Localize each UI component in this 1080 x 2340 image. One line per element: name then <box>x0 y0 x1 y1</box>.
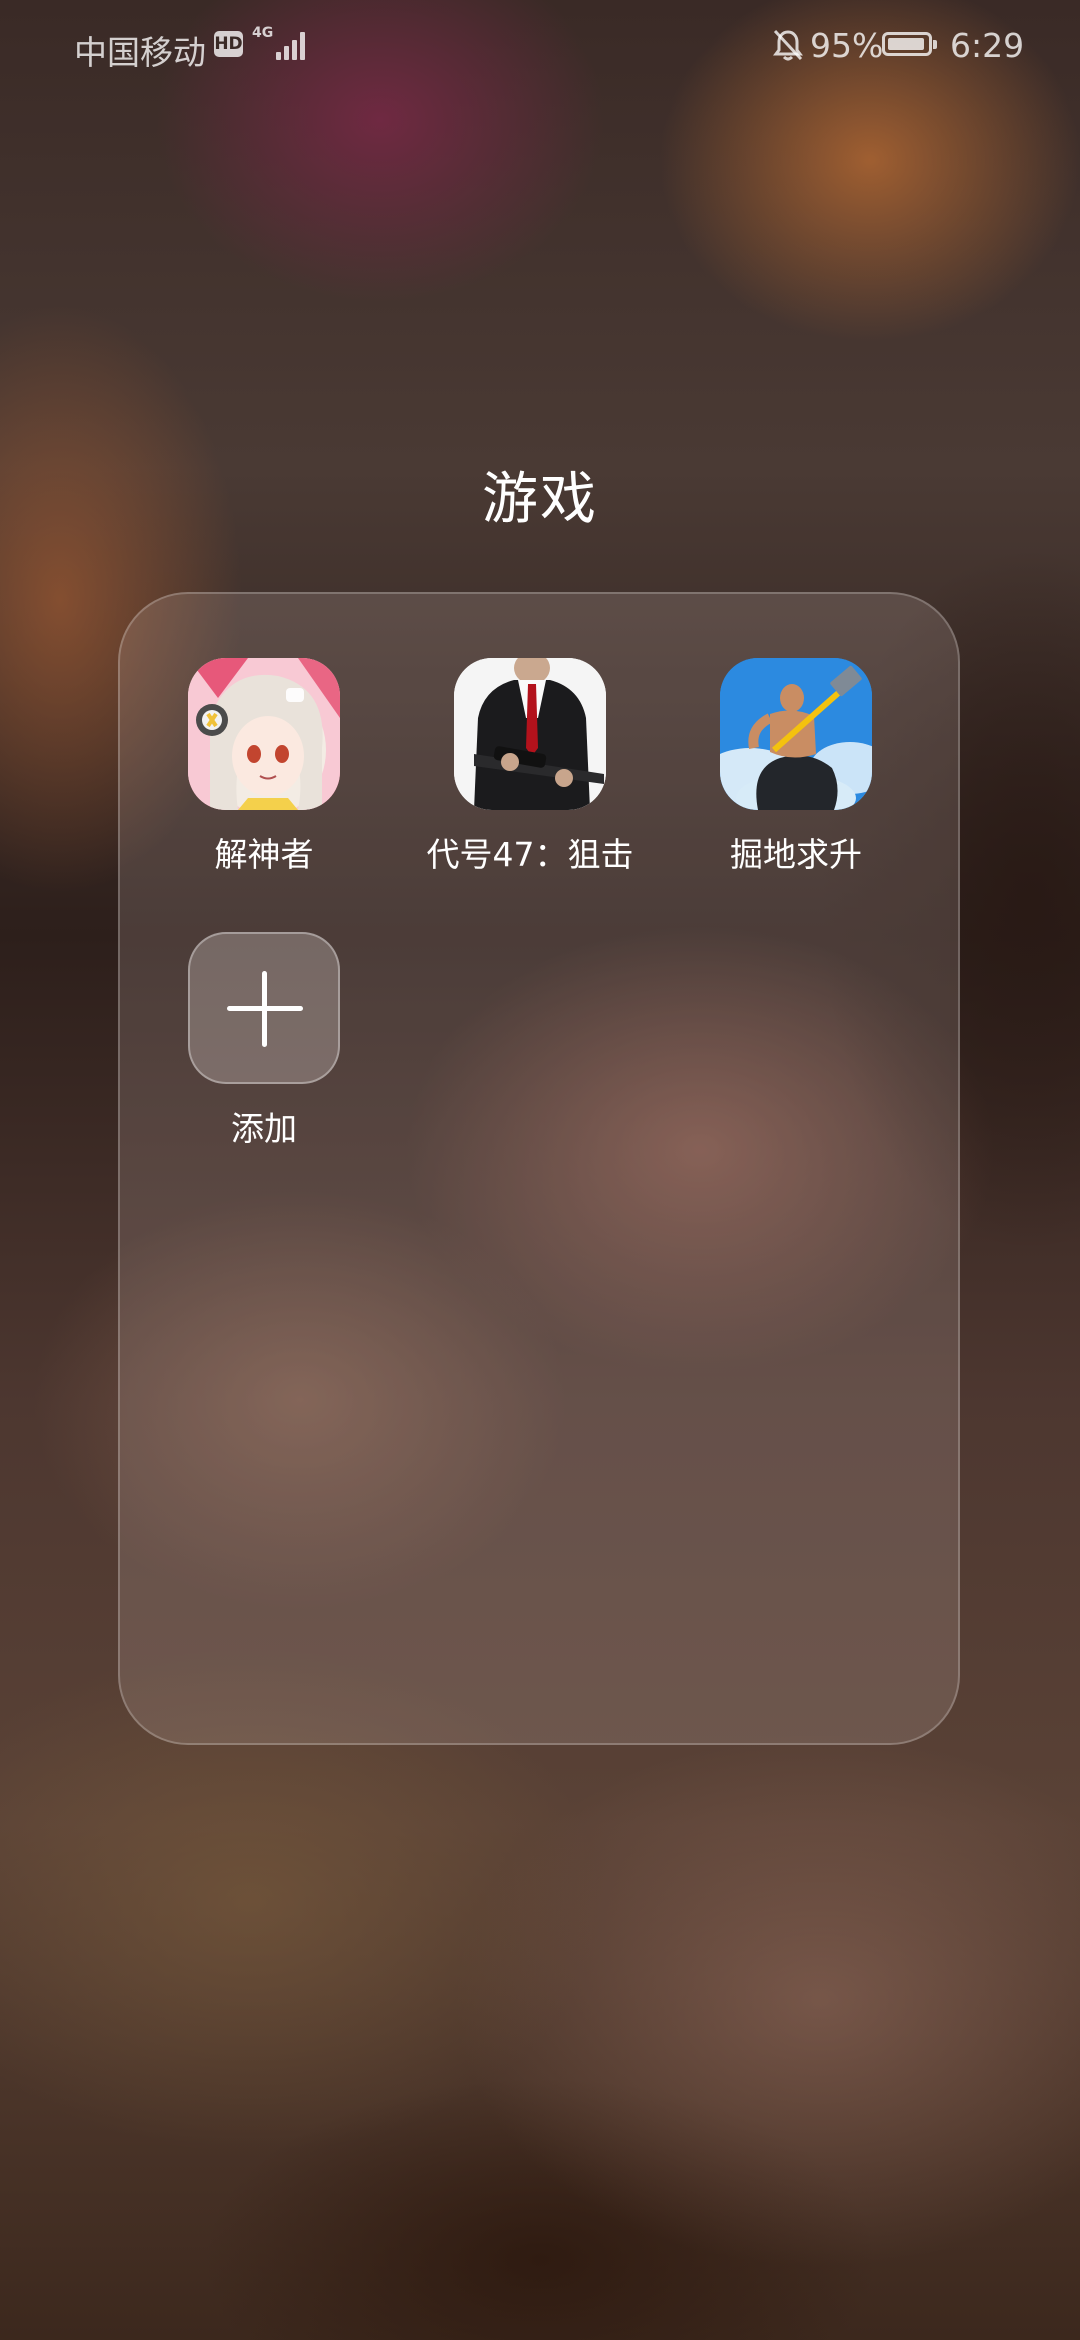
battery-icon <box>882 32 937 56</box>
hd-icon: HD <box>214 31 243 57</box>
carrier-name: 中国移动 <box>74 33 206 72</box>
app-label: 掘地求升 <box>730 835 862 874</box>
folder-panel: 解神者 代号47：狙击 掘地求升 添加 <box>118 592 960 1745</box>
status-bar: 中国移动 HD 4G 95% 6:29 <box>0 0 1080 90</box>
app-label: 解神者 <box>214 835 314 874</box>
signal-icon <box>268 28 308 60</box>
getting-over-it-app-icon[interactable] <box>720 658 872 810</box>
app-getting-over-it[interactable]: 掘地求升 <box>666 658 926 876</box>
add-app-button[interactable]: 添加 <box>134 932 394 1150</box>
mute-icon <box>772 28 804 62</box>
app-label: 代号47：狙击 <box>426 835 634 874</box>
jieshenzhe-app-icon[interactable] <box>188 658 340 810</box>
add-label: 添加 <box>231 1109 297 1148</box>
clock: 6:29 <box>950 26 1025 65</box>
battery-percent: 95% <box>810 26 884 65</box>
folder-title[interactable]: 游戏 <box>0 454 1080 535</box>
hitman-sniper-app-icon[interactable] <box>454 658 606 810</box>
plus-icon[interactable] <box>188 932 340 1084</box>
app-hitman-sniper[interactable]: 代号47：狙击 <box>400 658 660 876</box>
battery-fill <box>888 38 924 50</box>
app-jieshenzhe[interactable]: 解神者 <box>134 658 394 876</box>
